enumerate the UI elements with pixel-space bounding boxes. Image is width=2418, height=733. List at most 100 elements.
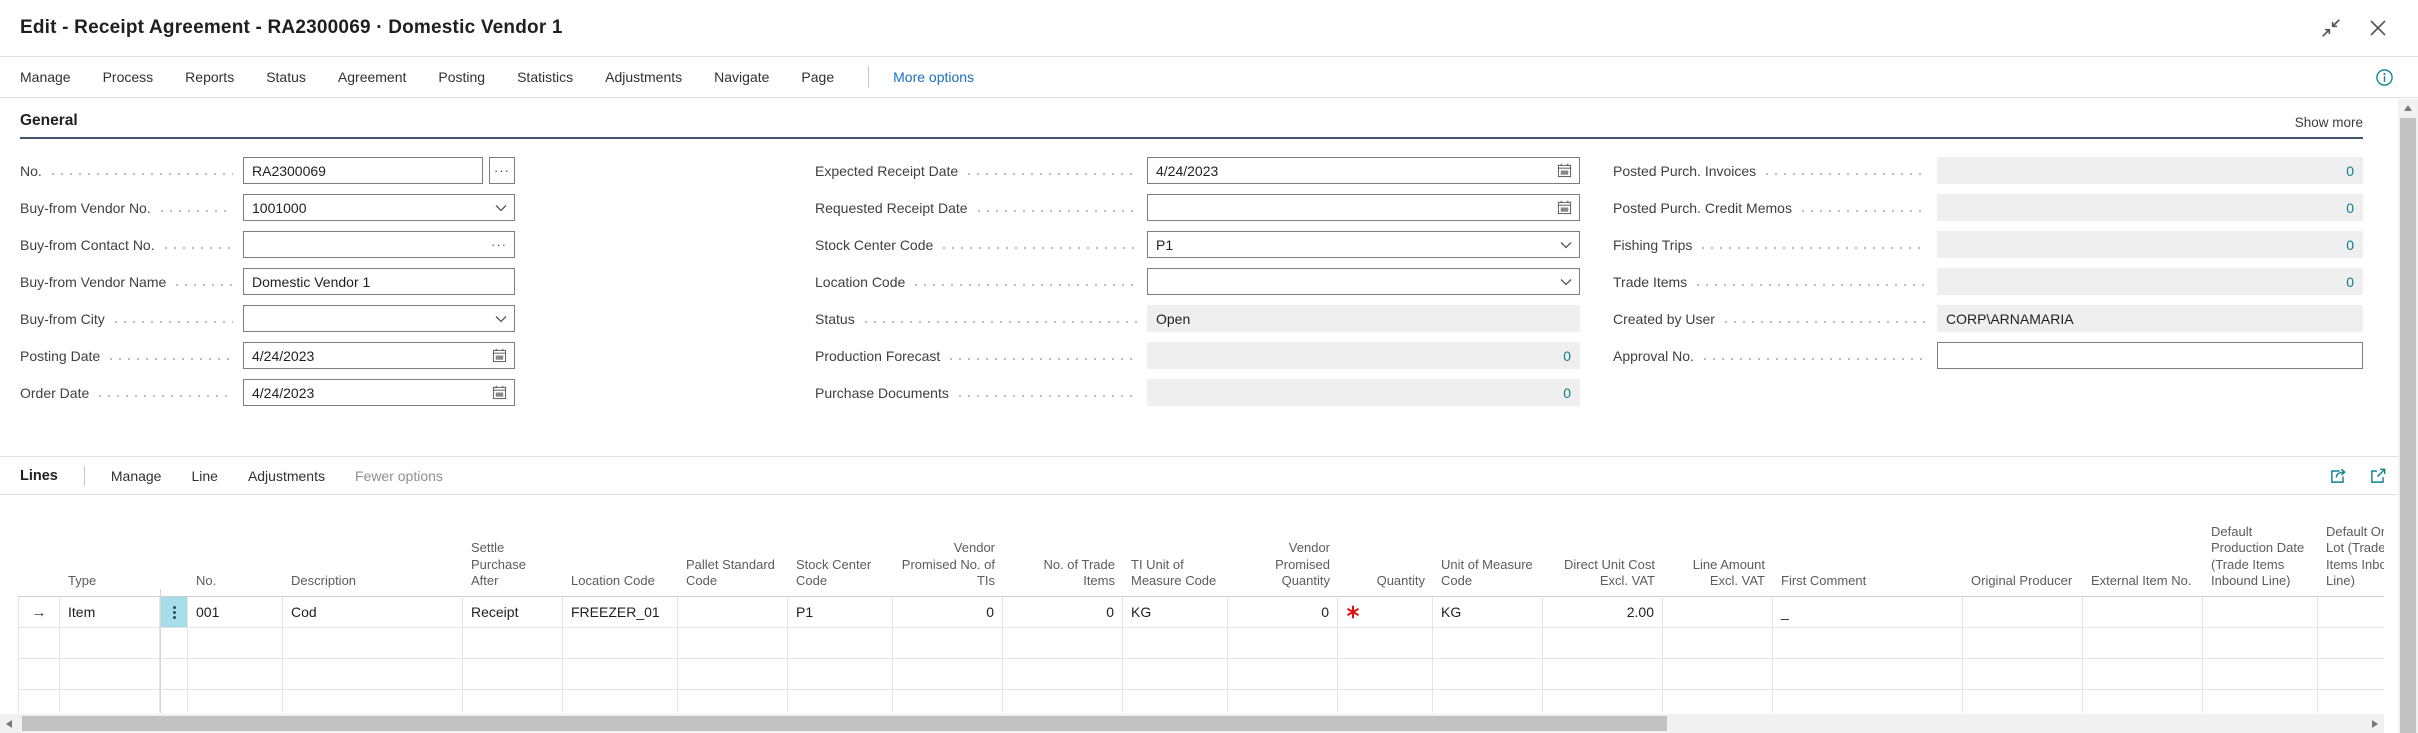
table-cell[interactable] <box>1433 628 1543 658</box>
fishing-trips-field[interactable]: 0 <box>1937 231 2363 258</box>
vertical-scrollbar-thumb[interactable] <box>2400 118 2416 733</box>
table-cell[interactable] <box>2203 628 2318 658</box>
calendar-icon[interactable] <box>1557 200 1572 215</box>
col-header-unit-of-measure-code[interactable]: Unit of Measure Code <box>1433 557 1543 597</box>
table-cell[interactable] <box>160 659 188 689</box>
assist-edit-button[interactable]: ··· <box>489 157 515 184</box>
empty-line-row[interactable] <box>18 659 2384 690</box>
scroll-left-arrow[interactable] <box>0 720 18 728</box>
cell-type[interactable]: Item <box>60 597 160 627</box>
cell-description[interactable]: Cod <box>283 597 463 627</box>
buy-from-vendor-no-input[interactable]: 1001000 <box>243 194 515 221</box>
calendar-icon[interactable] <box>492 348 507 363</box>
buy-from-city-input[interactable] <box>243 305 515 332</box>
table-cell[interactable] <box>1338 659 1433 689</box>
cell-vendor-promised-no-of-tis[interactable]: 0 <box>893 597 1003 627</box>
table-cell[interactable] <box>788 690 893 713</box>
info-icon[interactable] <box>2375 68 2394 87</box>
lines-menu-manage[interactable]: Manage <box>111 468 162 484</box>
cell-stock-center-code[interactable]: P1 <box>788 597 893 627</box>
table-cell[interactable] <box>1338 690 1433 713</box>
table-cell[interactable] <box>463 659 563 689</box>
empty-line-row[interactable] <box>18 690 2384 713</box>
share-icon[interactable] <box>2328 466 2348 486</box>
table-cell[interactable] <box>563 659 678 689</box>
location-code-input[interactable] <box>1147 268 1580 295</box>
horizontal-scrollbar[interactable] <box>0 714 2384 733</box>
ribbon-item-page[interactable]: Page <box>801 69 834 85</box>
table-cell[interactable] <box>1773 659 1963 689</box>
table-cell[interactable] <box>1003 690 1123 713</box>
table-cell[interactable] <box>2318 659 2384 689</box>
cell-external-item-no[interactable] <box>2083 597 2203 627</box>
chevron-down-icon[interactable] <box>495 204 507 212</box>
cell-settle-purchase-after[interactable]: Receipt <box>463 597 563 627</box>
col-header-quantity[interactable]: Quantity <box>1338 573 1433 596</box>
vertical-scrollbar[interactable] <box>2398 99 2418 733</box>
table-cell[interactable] <box>60 690 160 713</box>
table-cell[interactable] <box>893 690 1003 713</box>
table-cell[interactable] <box>1433 690 1543 713</box>
scroll-up-arrow[interactable] <box>2398 99 2418 116</box>
posted-purch-credit-memos-field[interactable]: 0 <box>1937 194 2363 221</box>
requested-receipt-date-input[interactable] <box>1147 194 1580 221</box>
line-row-1[interactable]: → Item 001 Cod Receipt FREEZER_01 P1 0 0… <box>18 597 2384 628</box>
posted-purch-invoices-field[interactable]: 0 <box>1937 157 2363 184</box>
table-cell[interactable] <box>18 690 60 713</box>
cell-location-code[interactable]: FREEZER_01 <box>563 597 678 627</box>
horizontal-scrollbar-thumb[interactable] <box>22 716 1667 731</box>
table-cell[interactable] <box>1963 690 2083 713</box>
col-header-vendor-promised-quantity[interactable]: Vendor Promised Quantity <box>1228 540 1338 596</box>
close-icon[interactable] <box>2368 18 2388 38</box>
table-cell[interactable] <box>788 659 893 689</box>
table-cell[interactable] <box>2318 628 2384 658</box>
cell-ti-unit-of-measure-code[interactable]: KG <box>1123 597 1228 627</box>
show-more-link[interactable]: Show more <box>2295 115 2363 130</box>
lookup-ellipsis-icon[interactable]: ··· <box>491 237 507 252</box>
table-cell[interactable] <box>188 659 283 689</box>
cell-default-original-lot[interactable] <box>2318 597 2384 627</box>
cell-original-producer[interactable] <box>1963 597 2083 627</box>
table-cell[interactable] <box>1338 628 1433 658</box>
col-header-stock-center-code[interactable]: Stock Center Code <box>788 557 893 597</box>
col-header-vendor-promised-no-of-tis[interactable]: Vendor Promised No. of TIs <box>893 540 1003 596</box>
table-cell[interactable] <box>1003 659 1123 689</box>
production-forecast-field[interactable]: 0 <box>1147 342 1580 369</box>
trade-items-field[interactable]: 0 <box>1937 268 2363 295</box>
table-cell[interactable] <box>1123 628 1228 658</box>
cell-quantity[interactable] <box>1338 597 1433 627</box>
cell-default-production-date[interactable] <box>2203 597 2318 627</box>
cell-vendor-promised-quantity[interactable]: 0 <box>1228 597 1338 627</box>
stock-center-code-input[interactable]: P1 <box>1147 231 1580 258</box>
table-cell[interactable] <box>678 628 788 658</box>
table-cell[interactable] <box>678 659 788 689</box>
table-cell[interactable] <box>463 628 563 658</box>
table-cell[interactable] <box>283 659 463 689</box>
cell-pallet-standard-code[interactable] <box>678 597 788 627</box>
lines-menu-line[interactable]: Line <box>191 468 217 484</box>
posting-date-input[interactable]: 4/24/2023 <box>243 342 515 369</box>
ribbon-item-reports[interactable]: Reports <box>185 69 234 85</box>
table-cell[interactable] <box>1433 659 1543 689</box>
approval-no-input[interactable] <box>1937 342 2363 369</box>
lines-menu-adjustments[interactable]: Adjustments <box>248 468 325 484</box>
calendar-icon[interactable] <box>1557 163 1572 178</box>
table-cell[interactable] <box>1963 628 2083 658</box>
table-cell[interactable] <box>60 659 160 689</box>
table-cell[interactable] <box>18 628 60 658</box>
col-header-original-producer[interactable]: Original Producer <box>1963 573 2083 596</box>
order-date-input[interactable]: 4/24/2023 <box>243 379 515 406</box>
chevron-down-icon[interactable] <box>495 315 507 323</box>
chevron-down-icon[interactable] <box>1560 278 1572 286</box>
table-cell[interactable] <box>1773 690 1963 713</box>
table-cell[interactable] <box>188 690 283 713</box>
ribbon-item-agreement[interactable]: Agreement <box>338 69 406 85</box>
col-header-ti-unit-of-measure-code[interactable]: TI Unit of Measure Code <box>1123 557 1228 597</box>
col-header-no[interactable]: No. <box>188 573 283 596</box>
table-cell[interactable] <box>2318 690 2384 713</box>
buy-from-contact-no-input[interactable]: ··· <box>243 231 515 258</box>
table-cell[interactable] <box>2083 690 2203 713</box>
table-cell[interactable] <box>1543 628 1663 658</box>
col-header-settle-purchase-after[interactable]: Settle Purchase After <box>463 540 563 596</box>
table-cell[interactable] <box>788 628 893 658</box>
